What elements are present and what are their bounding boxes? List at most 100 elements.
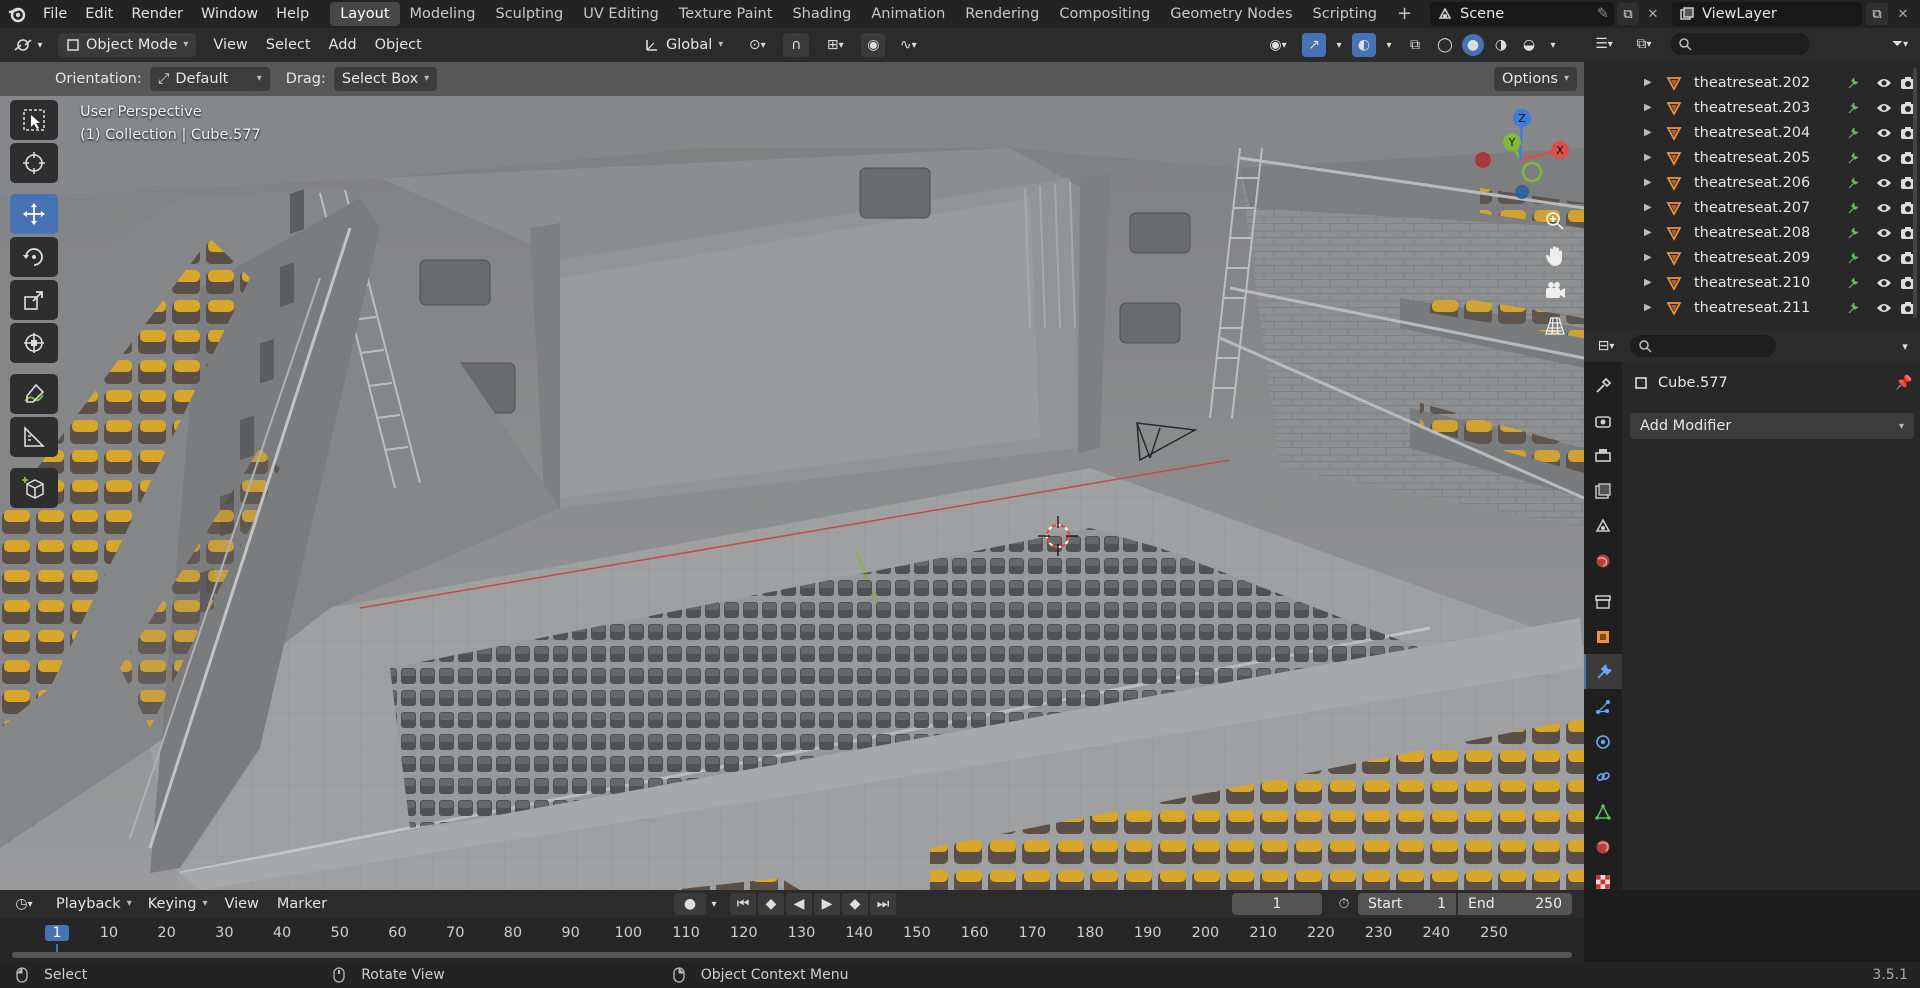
theatre-scene[interactable] bbox=[0, 28, 1584, 890]
delete-scene-button[interactable]: ✕ bbox=[1642, 3, 1664, 25]
expand-arrow-icon[interactable]: ▶ bbox=[1644, 252, 1658, 263]
outliner-scrollbar[interactable] bbox=[1913, 68, 1917, 318]
visibility-eye-icon[interactable] bbox=[1876, 202, 1896, 214]
timeline-editor-icon[interactable]: ◷ ▾ bbox=[0, 896, 48, 912]
zoom-view-icon[interactable] bbox=[1540, 206, 1570, 236]
playhead[interactable] bbox=[56, 944, 58, 952]
render-camera-icon[interactable] bbox=[1900, 301, 1920, 315]
outliner-row[interactable]: ▶ theatreseat.204 bbox=[1584, 120, 1920, 145]
expand-arrow-icon[interactable]: ▶ bbox=[1644, 77, 1658, 88]
transform-orientation-dropdown[interactable]: Global ▾ bbox=[636, 33, 731, 57]
visibility-eye-icon[interactable] bbox=[1876, 277, 1896, 289]
scale-tool[interactable] bbox=[10, 280, 58, 320]
properties-search-input[interactable] bbox=[1630, 335, 1776, 357]
view-layer-tab-icon[interactable] bbox=[1584, 473, 1622, 508]
viewport-menu-select[interactable]: Select bbox=[257, 33, 320, 57]
outliner-row[interactable]: ▶ theatreseat.202 bbox=[1584, 70, 1920, 95]
end-frame-field[interactable]: End 250 bbox=[1458, 893, 1572, 915]
record-icon[interactable]: ● bbox=[674, 893, 706, 915]
modifier-wrench-icon[interactable] bbox=[1846, 201, 1868, 215]
proportional-editing-icon[interactable]: ◉ bbox=[861, 33, 886, 57]
modifier-wrench-icon[interactable] bbox=[1846, 276, 1868, 290]
viewport-menu-view[interactable]: View bbox=[204, 33, 256, 57]
object-tab-icon[interactable] bbox=[1584, 619, 1622, 654]
modifier-wrench-icon[interactable] bbox=[1846, 251, 1868, 265]
current-frame-field[interactable]: 1 bbox=[1232, 893, 1322, 915]
visibility-eye-icon[interactable] bbox=[1876, 252, 1896, 264]
editor-type-icon[interactable]: ▾ bbox=[0, 36, 56, 54]
outliner-search-input[interactable] bbox=[1670, 33, 1810, 55]
viewport-menu-add[interactable]: Add bbox=[320, 33, 366, 57]
outliner-row[interactable]: ▶ theatreseat.208 bbox=[1584, 220, 1920, 245]
modifier-wrench-icon[interactable] bbox=[1846, 151, 1868, 165]
expand-arrow-icon[interactable]: ▶ bbox=[1644, 227, 1658, 238]
modifier-wrench-icon[interactable] bbox=[1846, 301, 1868, 315]
tab-modeling[interactable]: Modeling bbox=[400, 2, 486, 26]
transform-tool[interactable] bbox=[10, 323, 58, 363]
outliner-editor-icon[interactable]: ☰ ▾ bbox=[1584, 36, 1624, 52]
data-tab-icon[interactable] bbox=[1584, 794, 1622, 829]
constraints-tab-icon[interactable] bbox=[1584, 759, 1622, 794]
outliner-row[interactable]: ▶ theatreseat.210 bbox=[1584, 270, 1920, 295]
outliner-row[interactable]: ▶ theatreseat.211 bbox=[1584, 295, 1920, 320]
tab-compositing[interactable]: Compositing bbox=[1049, 2, 1160, 26]
render-camera-icon[interactable] bbox=[1900, 151, 1920, 165]
timeline-menu-marker[interactable]: Marker bbox=[268, 892, 336, 916]
add-modifier-dropdown[interactable]: Add Modifier ▾ bbox=[1630, 413, 1914, 439]
render-camera-icon[interactable] bbox=[1900, 176, 1920, 190]
gizmo-dropdown-icon[interactable]: ▾ bbox=[1332, 40, 1346, 51]
camera-view-icon[interactable] bbox=[1540, 276, 1570, 306]
visibility-eye-icon[interactable] bbox=[1876, 127, 1896, 139]
pan-view-icon[interactable] bbox=[1540, 241, 1570, 271]
pin-icon[interactable]: ✎ bbox=[1592, 6, 1614, 22]
navigation-gizmo[interactable]: X Y Z bbox=[1470, 100, 1570, 200]
render-camera-icon[interactable] bbox=[1900, 101, 1920, 115]
expand-arrow-icon[interactable]: ▶ bbox=[1644, 302, 1658, 313]
overlay-dropdown-icon[interactable]: ▾ bbox=[1382, 40, 1396, 51]
next-keyframe-icon[interactable]: ◆ bbox=[842, 893, 868, 915]
jump-end-icon[interactable]: ⏭ bbox=[870, 893, 896, 915]
collection-tab-icon[interactable] bbox=[1584, 584, 1622, 619]
timeline-scrollbar[interactable] bbox=[12, 952, 1572, 958]
render-camera-icon[interactable] bbox=[1900, 126, 1920, 140]
snap-target-icon[interactable]: ⊞ ▾ bbox=[817, 37, 853, 53]
visibility-eye-icon[interactable] bbox=[1876, 152, 1896, 164]
expand-arrow-icon[interactable]: ▶ bbox=[1644, 127, 1658, 138]
tab-geometry-nodes[interactable]: Geometry Nodes bbox=[1160, 2, 1302, 26]
overlay-toggle-icon[interactable]: ◐ bbox=[1352, 33, 1376, 57]
timeline-menu-view[interactable]: View bbox=[215, 892, 267, 916]
material-tab-icon[interactable] bbox=[1584, 829, 1622, 864]
modifier-wrench-icon[interactable] bbox=[1846, 176, 1868, 190]
tab-texture-paint[interactable]: Texture Paint bbox=[669, 2, 783, 26]
outliner-row[interactable]: ▶ theatreseat.209 bbox=[1584, 245, 1920, 270]
tab-scripting[interactable]: Scripting bbox=[1303, 2, 1387, 26]
measure-tool[interactable] bbox=[10, 417, 58, 457]
tab-shading[interactable]: Shading bbox=[782, 2, 861, 26]
expand-arrow-icon[interactable]: ▶ bbox=[1644, 177, 1658, 188]
pivot-point-icon[interactable]: ⊙ ▾ bbox=[739, 37, 775, 53]
world-tab-icon[interactable] bbox=[1584, 543, 1622, 578]
falloff-icon[interactable]: ∿ ▾ bbox=[893, 37, 923, 53]
shading-rendered-icon[interactable]: ◒ bbox=[1518, 37, 1540, 53]
snap-icon[interactable]: ∩ bbox=[783, 33, 810, 57]
play-icon[interactable]: ▶ bbox=[814, 893, 840, 915]
tool-tab-icon[interactable] bbox=[1584, 368, 1622, 403]
render-camera-icon[interactable] bbox=[1900, 276, 1920, 290]
modifier-wrench-icon[interactable] bbox=[1846, 101, 1868, 115]
modifier-wrench-icon[interactable] bbox=[1846, 76, 1868, 90]
properties-editor-icon[interactable]: ⊟ ▾ bbox=[1584, 338, 1628, 354]
particles-tab-icon[interactable] bbox=[1584, 689, 1622, 724]
tab-sculpting[interactable]: Sculpting bbox=[485, 2, 573, 26]
menu-edit[interactable]: Edit bbox=[76, 0, 122, 28]
view-layer-selector[interactable]: ViewLayer bbox=[1672, 2, 1862, 26]
keying-dropdown[interactable]: Keying ▾ bbox=[140, 892, 216, 916]
filter-icon[interactable]: ⏷ ▾ bbox=[1880, 36, 1920, 52]
tab-animation[interactable]: Animation bbox=[861, 2, 955, 26]
render-tab-icon[interactable] bbox=[1584, 403, 1622, 438]
menu-help[interactable]: Help bbox=[267, 0, 318, 28]
modifier-tab-icon[interactable] bbox=[1584, 654, 1622, 689]
visibility-eye-icon[interactable] bbox=[1876, 302, 1896, 314]
outliner-row[interactable]: ▶ theatreseat.203 bbox=[1584, 95, 1920, 120]
blender-logo-icon[interactable] bbox=[0, 0, 34, 28]
drag-dropdown[interactable]: Select Box ▾ bbox=[333, 67, 438, 91]
